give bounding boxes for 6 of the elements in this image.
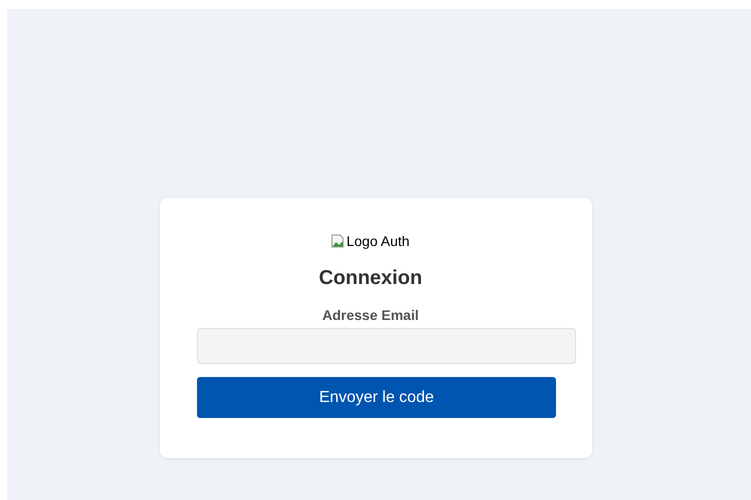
send-code-button[interactable]: Envoyer le code (197, 377, 556, 418)
login-title: Connexion (318, 267, 422, 290)
email-label: Adresse Email (322, 307, 419, 323)
broken-image-icon (331, 234, 346, 248)
email-input-field[interactable] (197, 328, 576, 364)
logo-alt-text: Logo Auth (346, 233, 410, 249)
